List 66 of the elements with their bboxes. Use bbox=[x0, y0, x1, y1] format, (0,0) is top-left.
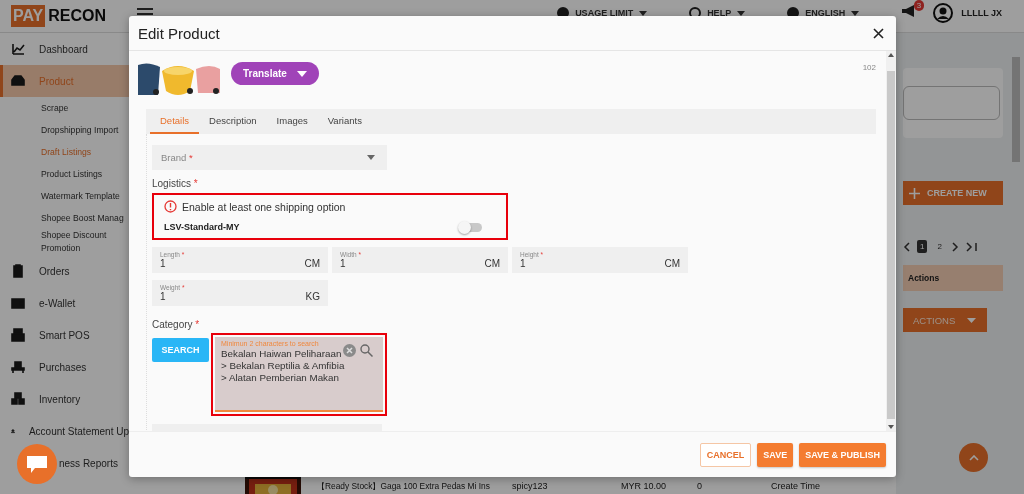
header-menu[interactable]: USAGE LIMIT bbox=[575, 8, 634, 18]
clear-icon[interactable] bbox=[343, 344, 356, 357]
sidebar-item[interactable]: Purchases bbox=[0, 351, 129, 383]
user-avatar-icon[interactable] bbox=[933, 3, 954, 23]
character-count: 102 bbox=[862, 63, 876, 72]
menu-item-icon bbox=[11, 296, 25, 310]
chevron-right-icon[interactable] bbox=[951, 241, 959, 252]
sidebar-item[interactable]: Inventory bbox=[0, 383, 129, 415]
table-cell: Create Time bbox=[771, 481, 821, 491]
sidebar-subitem[interactable]: Shopee Discount Promotion bbox=[0, 229, 129, 255]
sidebar-item[interactable]: Smart POS bbox=[0, 319, 129, 351]
table-cell-text: 【Ready Stock】Gaga 100 Extra Pedas Mi Ins bbox=[317, 481, 491, 492]
sidebar-item[interactable]: Orders bbox=[0, 255, 129, 287]
menu-item-icon bbox=[11, 42, 25, 56]
scrollbar[interactable] bbox=[886, 51, 896, 431]
header-menu[interactable]: HELP bbox=[707, 8, 732, 18]
toggle-switch[interactable] bbox=[460, 222, 482, 232]
menu-item-icon bbox=[11, 74, 25, 88]
sidebar-subitem[interactable]: Watermark Template bbox=[0, 185, 129, 207]
logo: PAY RECON bbox=[0, 0, 125, 27]
tab[interactable]: Images bbox=[266, 109, 318, 134]
error-message: Enable at least one shipping option bbox=[182, 200, 346, 213]
help-icon bbox=[689, 7, 702, 19]
menu-item-icon bbox=[11, 328, 25, 342]
scroll-up-icon[interactable] bbox=[886, 51, 896, 59]
sidebar-item[interactable]: e-Wallet bbox=[0, 287, 129, 319]
brand-select[interactable]: Brand * bbox=[152, 145, 387, 170]
header-menu[interactable]: ENGLISH bbox=[805, 8, 846, 18]
section-label: Category * bbox=[152, 319, 201, 330]
tab[interactable]: Description bbox=[199, 109, 267, 134]
chevron-left-icon[interactable] bbox=[903, 241, 910, 252]
shipping-option-label: LSV-Standard-MY bbox=[164, 222, 240, 232]
scroll-down-icon[interactable] bbox=[886, 423, 896, 431]
translate-button[interactable]: Translate bbox=[231, 62, 319, 85]
notification-badge: 3 bbox=[913, 0, 925, 11]
column-header: Actions bbox=[903, 265, 1003, 291]
sidebar-subitem[interactable]: Product Listings bbox=[0, 163, 129, 185]
caret-icon bbox=[296, 70, 307, 77]
last-page-icon[interactable] bbox=[965, 241, 978, 252]
tab[interactable]: Variants bbox=[317, 109, 372, 134]
table-cell-text: spicy123 bbox=[512, 481, 549, 491]
user-name[interactable]: LLLLL JX bbox=[961, 8, 1002, 18]
dialog-title: Edit Product bbox=[138, 24, 220, 42]
sidebar-subitem[interactable]: Dropshipping Import bbox=[0, 119, 129, 141]
close-icon[interactable] bbox=[873, 27, 884, 39]
caret-icon bbox=[967, 317, 977, 323]
section-label: Logistics * bbox=[152, 178, 199, 189]
table-cell-text: MYR 10.00 bbox=[621, 481, 668, 491]
search-icon[interactable] bbox=[360, 344, 373, 357]
menu-item-icon bbox=[11, 392, 25, 406]
plus-icon bbox=[909, 187, 920, 199]
sidebar-item[interactable]: ness Reports bbox=[0, 447, 129, 479]
sidebar-subitem[interactable]: Scrape bbox=[0, 97, 129, 119]
chat-icon bbox=[27, 455, 47, 473]
chevron-up-icon bbox=[968, 454, 979, 461]
page-number[interactable]: 2 bbox=[934, 240, 945, 253]
menu-item-icon bbox=[11, 264, 25, 278]
page-number[interactable]: 1 bbox=[917, 240, 928, 253]
sidebar-item[interactable]: Dashboard bbox=[0, 33, 129, 65]
search-field[interactable] bbox=[903, 86, 1000, 120]
caret-icon bbox=[367, 155, 375, 160]
alert-icon bbox=[164, 200, 177, 213]
table-cell-text: 0 bbox=[697, 481, 703, 491]
sidebar-subitem[interactable]: Shopee Boost Manag bbox=[0, 207, 129, 229]
sidebar-item[interactable]: Account Statement Up bbox=[0, 415, 129, 447]
menu-item-icon bbox=[11, 360, 25, 374]
